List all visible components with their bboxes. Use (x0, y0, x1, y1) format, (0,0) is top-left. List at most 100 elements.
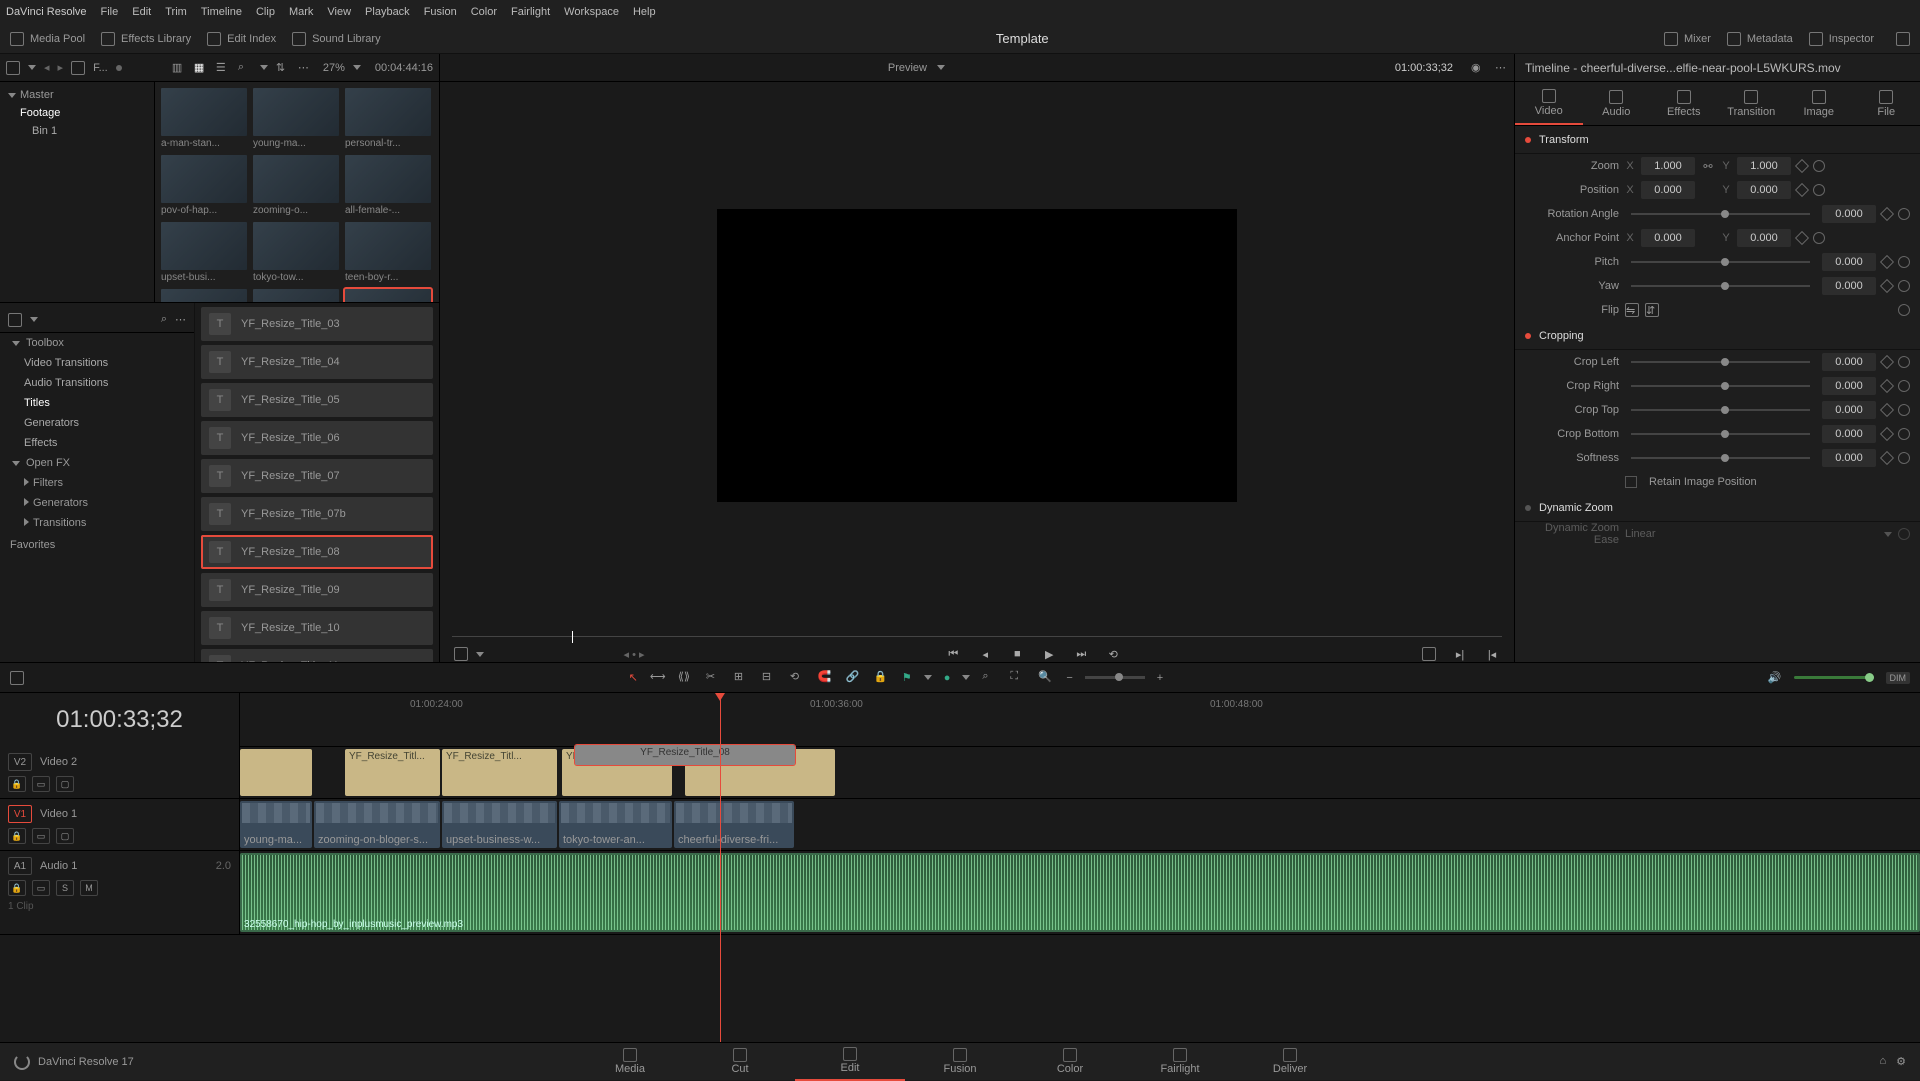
rotation-slider[interactable] (1631, 213, 1810, 215)
crop-left-slider[interactable] (1631, 361, 1810, 363)
rotation-input[interactable]: 0.000 (1822, 205, 1876, 223)
track-id-a1[interactable]: A1 (8, 857, 32, 875)
options-icon[interactable]: ⋯ (298, 61, 309, 74)
media-thumb[interactable]: cheerful-di... (345, 289, 431, 302)
sort-icon[interactable]: ⇅ (276, 61, 290, 75)
sound-library-toggle[interactable]: Sound Library (292, 32, 381, 46)
inspector-toggle[interactable]: Inspector (1809, 32, 1874, 46)
menu-app[interactable]: DaVinci Resolve (6, 6, 87, 18)
reset-icon[interactable] (1898, 280, 1910, 292)
step-bwd-icon[interactable]: |◂ (1484, 646, 1500, 662)
reset-icon[interactable] (1898, 356, 1910, 368)
zoom-y-input[interactable]: 1.000 (1737, 157, 1791, 175)
kf-icon[interactable] (1795, 159, 1809, 173)
fx-effects[interactable]: Effects (0, 433, 194, 453)
anchor-y-input[interactable]: 0.000 (1737, 229, 1791, 247)
fx-title-item[interactable]: TYF_Resize_Title_04 (201, 345, 433, 379)
audio-clip[interactable]: 32558670_hip-hop_by_inplusmusic_preview.… (240, 853, 1920, 932)
media-thumb[interactable]: sunset-at-v... (253, 289, 339, 302)
fx-generators[interactable]: Generators (0, 413, 194, 433)
fx-search-icon[interactable]: ⌕ (161, 313, 167, 326)
lock-icon[interactable]: 🔒 (8, 880, 26, 896)
fx-ofx-generators[interactable]: Generators (0, 493, 194, 513)
menu-trim[interactable]: Trim (165, 6, 187, 18)
crop-bottom-slider[interactable] (1631, 433, 1810, 435)
title-clip[interactable]: YF_Resize_Titl... (345, 749, 440, 796)
yaw-slider[interactable] (1631, 285, 1810, 287)
tab-image[interactable]: Image (1785, 82, 1853, 125)
auto-select-icon[interactable]: ▭ (32, 776, 50, 792)
viewer-scrubber[interactable] (452, 628, 1502, 646)
reset-icon[interactable] (1898, 208, 1910, 220)
zoom-detail-icon[interactable]: 🔍 (1038, 670, 1054, 686)
menu-workspace[interactable]: Workspace (564, 6, 619, 18)
tree-bin1[interactable]: Bin 1 (0, 122, 154, 140)
page-edit[interactable]: Edit (795, 1043, 905, 1081)
crop-bottom-input[interactable]: 0.000 (1822, 425, 1876, 443)
mixer-toggle[interactable]: Mixer (1664, 32, 1711, 46)
zoom-fit-icon[interactable]: ⛶ (1010, 670, 1026, 686)
menu-clip[interactable]: Clip (256, 6, 275, 18)
kf-icon[interactable] (1880, 403, 1894, 417)
insert-icon[interactable]: ⊞ (734, 670, 750, 686)
crop-left-input[interactable]: 0.000 (1822, 353, 1876, 371)
video-clip[interactable]: zooming-on-bloger-s... (314, 801, 440, 848)
menu-mark[interactable]: Mark (289, 6, 313, 18)
kf-icon[interactable] (1880, 451, 1894, 465)
track-id-v2[interactable]: V2 (8, 753, 32, 771)
media-thumb[interactable]: personal-tr... (345, 88, 431, 149)
media-thumb[interactable]: tokyo-tow... (253, 222, 339, 283)
zoom-pct[interactable]: 27% (323, 62, 345, 74)
page-cut[interactable]: Cut (685, 1043, 795, 1081)
crop-top-input[interactable]: 0.000 (1822, 401, 1876, 419)
pitch-input[interactable]: 0.000 (1822, 253, 1876, 271)
fx-layout-dropdown-icon[interactable] (30, 317, 38, 322)
effects-library-toggle[interactable]: Effects Library (101, 32, 191, 46)
kf-icon[interactable] (1795, 183, 1809, 197)
page-media[interactable]: Media (575, 1043, 685, 1081)
pos-x-input[interactable]: 0.000 (1641, 181, 1695, 199)
timeline-view-icon[interactable] (10, 671, 24, 685)
media-pool-toggle[interactable]: Media Pool (10, 32, 85, 46)
position-lock-icon[interactable]: 🔒 (874, 670, 890, 686)
zoom-out-icon[interactable]: − (1066, 672, 1072, 684)
reset-icon[interactable] (1898, 404, 1910, 416)
kf-icon[interactable] (1880, 379, 1894, 393)
track-a1[interactable]: 32558670_hip-hop_by_inplusmusic_preview.… (240, 851, 1920, 935)
menu-color[interactable]: Color (471, 6, 497, 18)
zoom-in-icon[interactable]: + (1157, 672, 1163, 684)
fx-title-item[interactable]: TYF_Resize_Title_11 (201, 649, 433, 662)
timeline-ruler[interactable]: 01:00:24:00 01:00:36:00 01:00:48:00 (240, 693, 1920, 747)
reset-icon[interactable] (1813, 160, 1825, 172)
menu-edit[interactable]: Edit (132, 6, 151, 18)
fx-title-item[interactable]: TYF_Resize_Title_05 (201, 383, 433, 417)
fx-title-item[interactable]: TYF_Resize_Title_07b (201, 497, 433, 531)
single-viewer-icon[interactable] (1896, 32, 1910, 46)
match-frame-icon[interactable] (1422, 647, 1436, 661)
media-thumb[interactable]: pov-of-hap... (161, 155, 247, 216)
reset-icon[interactable] (1898, 528, 1910, 540)
step-back-icon[interactable]: ◂ (977, 646, 993, 662)
fx-title-item[interactable]: TYF_Resize_Title_09 (201, 573, 433, 607)
strip-view-icon[interactable]: ☰ (216, 61, 230, 75)
step-fwd-icon[interactable]: ▸| (1452, 646, 1468, 662)
video-clip[interactable]: tokyo-tower-an... (559, 801, 672, 848)
mark-dropdown-icon[interactable] (476, 652, 484, 657)
reset-icon[interactable] (1898, 380, 1910, 392)
fx-title-item[interactable]: TYF_Resize_Title_07 (201, 459, 433, 493)
import-icon[interactable] (71, 61, 85, 75)
fx-toolbox[interactable]: Toolbox (0, 333, 194, 353)
video-clip[interactable]: young-ma... (240, 801, 312, 848)
marker-icon[interactable]: ● (944, 672, 951, 684)
selection-tool-icon[interactable]: ↖ (629, 671, 638, 684)
lock-icon[interactable]: 🔒 (8, 776, 26, 792)
title-clip-dragging[interactable]: YF_Resize_Title_08 (575, 745, 795, 765)
thumb-view-icon[interactable]: ▦ (194, 61, 208, 75)
fx-audio-transitions[interactable]: Audio Transitions (0, 373, 194, 393)
lock-icon[interactable]: 🔒 (8, 828, 26, 844)
kf-icon[interactable] (1795, 231, 1809, 245)
menu-fusion[interactable]: Fusion (424, 6, 457, 18)
kf-icon[interactable] (1880, 207, 1894, 221)
viewer-options-icon[interactable]: ⋯ (1495, 61, 1506, 74)
panel-layout-icon[interactable] (6, 61, 20, 75)
